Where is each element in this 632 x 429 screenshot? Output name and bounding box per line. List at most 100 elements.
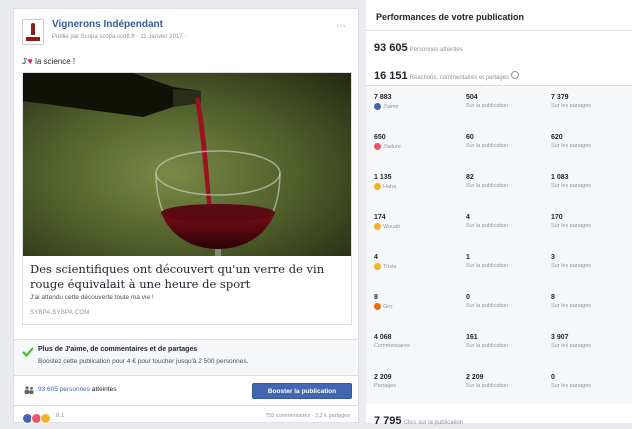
on-shares-label: Sur les partages xyxy=(551,183,592,189)
angry-icon xyxy=(374,303,381,310)
post-card: Vignerons Indépendant Publié par Scopa s… xyxy=(13,8,359,425)
info-icon[interactable] xyxy=(511,70,520,79)
on-shares-cell: 0 Sur les partages xyxy=(551,374,591,389)
on-shares-label: Sur les partages xyxy=(551,263,592,269)
engagement-stat-label: Réactions, commentaires et partages xyxy=(409,75,510,81)
on-shares-cell: 3 907 Sur les partages xyxy=(551,334,591,349)
like-total: 7 883 xyxy=(374,94,392,101)
shares-label: Partages xyxy=(374,383,397,389)
like-icon xyxy=(374,103,381,110)
link-domain: SYBPA.SYBPA.COM xyxy=(30,310,90,316)
boost-suggestion: Plus de J'aime, de commentaires et de pa… xyxy=(14,339,358,376)
check-icon xyxy=(22,347,34,357)
bottle-icon xyxy=(31,23,35,35)
on-shares-label: Sur les partages xyxy=(551,143,592,149)
on-post-label: Sur la publication xyxy=(466,343,509,349)
wine-photo[interactable] xyxy=(23,73,351,256)
love-label: J'adore xyxy=(374,143,401,150)
reach-number[interactable]: 93 605 xyxy=(38,386,58,393)
breakdown-row-wow: 174 Wouah 4 Sur la publication 170 Sur les … xyxy=(366,206,632,246)
reach-people-word[interactable]: personnes xyxy=(58,386,90,393)
reactions-row: 8,1 755 commentaires · 2,2 k partages xyxy=(14,405,358,425)
total-cell: 4 068 Commentaires xyxy=(374,334,410,349)
wow-total: 174 xyxy=(374,214,386,221)
love-icon xyxy=(374,143,381,150)
comments-label: Commentaires xyxy=(374,343,410,349)
breakdown-row-love: 650 J'adore 60 Sur la publication 620 Sur l… xyxy=(366,126,632,166)
wow-label-text: Wouah xyxy=(383,223,401,230)
on-shares-cell: 170 Sur les partages xyxy=(551,214,591,229)
total-cell: 650 J'adore xyxy=(374,134,401,150)
clicks-value: 7 795 xyxy=(374,415,402,427)
like-label: J'aime xyxy=(374,103,399,110)
like-on-post: 504 xyxy=(466,94,478,101)
breakdown-row-angry: 8 Grrr 0 Sur la publication 8 Sur les parta… xyxy=(366,286,632,326)
boost-post-button[interactable]: Booster la publication xyxy=(252,383,352,399)
like-on-shares: 7 379 xyxy=(551,94,569,101)
wow-icon xyxy=(374,223,381,230)
angry-label: Grrr xyxy=(374,303,393,310)
on-shares-cell: 3 Sur les partages xyxy=(551,254,591,269)
breakdown-row-comments: 4 068 Commentaires 161 Sur la publication … xyxy=(366,326,632,366)
link-title[interactable]: Des scientifiques ont découvert qu'un ve… xyxy=(30,262,345,292)
on-shares-cell: 7 379 Sur les partages xyxy=(551,94,591,109)
total-cell: 4 Triste xyxy=(374,254,397,270)
comments-on-shares: 3 907 xyxy=(551,334,569,341)
on-shares-label: Sur les partages xyxy=(551,383,592,389)
haha-label: Haha xyxy=(374,183,396,190)
post-options-icon[interactable]: ⋯ xyxy=(336,21,346,32)
reach-row: 93 605 personnes atteintes Booster la pu… xyxy=(14,375,358,406)
reaction-icons[interactable] xyxy=(22,411,51,424)
reaction-count[interactable]: 8,1 xyxy=(56,413,64,419)
link-preview[interactable]: Des scientifiques ont découvert qu'un ve… xyxy=(22,72,352,325)
on-post-cell: 504 Sur la publication xyxy=(466,94,508,109)
on-shares-label: Sur les partages xyxy=(551,223,592,229)
on-shares-label: Sur les partages xyxy=(551,303,592,309)
post-text-suffix: la science ! xyxy=(32,57,76,66)
sad-icon xyxy=(374,263,381,270)
shares-on-shares: 0 xyxy=(551,374,555,381)
on-post-label: Sur la publication xyxy=(466,143,509,149)
breakdown-row-shares: 2 209 Partages 2 209 Sur la publication 0 S… xyxy=(366,366,632,406)
post-header: Vignerons Indépendant Publié par Scopa s… xyxy=(22,19,350,49)
post-meta: Publié par Scopa scopa.scott.fr · 11 Jan… xyxy=(52,34,187,40)
people-icon xyxy=(24,386,34,394)
angry-total: 8 xyxy=(374,294,378,301)
wow-label: Wouah xyxy=(374,223,400,230)
wow-on-shares: 170 xyxy=(551,214,563,221)
on-post-label: Sur la publication xyxy=(466,103,509,109)
on-post-cell: 1 Sur la publication xyxy=(466,254,508,269)
boost-subtitle: Boostez cette publication pour 4 € pour … xyxy=(38,358,249,365)
on-shares-cell: 8 Sur les partages xyxy=(551,294,591,309)
sad-total: 4 xyxy=(374,254,378,261)
screenshot: Vignerons Indépendant Publié par Scopa s… xyxy=(0,0,632,427)
comments-shares-count[interactable]: 755 commentaires · 2,2 k partages xyxy=(265,413,350,419)
wow-reaction-icon xyxy=(40,413,51,424)
page-logo[interactable] xyxy=(22,19,44,45)
sad-on-shares: 3 xyxy=(551,254,555,261)
engagement-stat: 16 151 Réactions, commentaires et partage… xyxy=(374,66,520,84)
comments-on-post: 161 xyxy=(466,334,478,341)
on-post-label: Sur la publication xyxy=(466,303,509,309)
angry-label-text: Grrr xyxy=(383,303,393,310)
total-cell: 8 Grrr xyxy=(374,294,393,310)
post-text: J'♥ la science ! xyxy=(22,56,75,66)
haha-on-shares: 1 083 xyxy=(551,174,569,181)
haha-total: 1 135 xyxy=(374,174,392,181)
clicks-stat: 7 795 Clics sur la publication xyxy=(374,411,463,429)
total-cell: 174 Wouah xyxy=(374,214,400,230)
total-cell: 2 209 Partages xyxy=(374,374,396,389)
on-shares-label: Sur les partages xyxy=(551,343,592,349)
like-label-text: J'aime xyxy=(383,103,399,110)
sad-on-post: 1 xyxy=(466,254,470,261)
page-name-link[interactable]: Vignerons Indépendant xyxy=(52,19,163,30)
reach-summary: 93 605 personnes atteintes xyxy=(38,386,116,393)
reach-stat: 93 605 Personnes atteintes xyxy=(374,38,463,56)
clicks-label: Clics sur la publication xyxy=(403,420,464,426)
breakdown-row-sad: 4 Triste 1 Sur la publication 3 Sur les par… xyxy=(366,246,632,286)
engagement-stat-value: 16 151 xyxy=(374,70,408,82)
wow-on-post: 4 xyxy=(466,214,470,221)
performance-panel: Performances de votre publication 93 605… xyxy=(366,0,632,427)
on-post-label: Sur la publication xyxy=(466,263,509,269)
sad-label: Triste xyxy=(374,263,397,270)
